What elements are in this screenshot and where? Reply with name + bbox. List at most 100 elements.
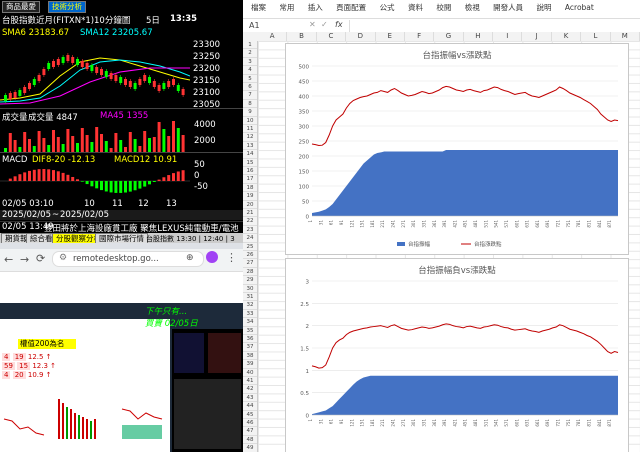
row-header-cell[interactable]: 7 <box>243 91 257 100</box>
menu-developer[interactable]: 開發人員 <box>493 3 523 12</box>
row-header-cell[interactable]: 35 <box>243 327 257 335</box>
row-header-cell[interactable]: 46 <box>243 419 257 428</box>
row-header-cell[interactable]: 22 <box>243 217 257 226</box>
row-header-cell[interactable]: 36 <box>243 335 257 344</box>
chart-2[interactable]: 台指振幅負vs漲跌點 0 0.5 1 1.5 2 2.5 3 1 31 61 91 121 151 181 2… <box>285 258 629 452</box>
column-header-cell[interactable]: C <box>317 32 347 41</box>
row-header-cell[interactable]: 20 <box>243 201 257 209</box>
zoom-icon[interactable]: ⊕ <box>186 253 194 263</box>
column-header-cell[interactable]: A <box>258 32 288 41</box>
row-header-cell[interactable]: 11 <box>243 125 257 134</box>
menu-acrobat[interactable]: Acrobat <box>565 3 594 12</box>
column-header-cell[interactable]: B <box>287 32 317 41</box>
column-header-cell[interactable]: L <box>581 32 611 41</box>
column-header-cell[interactable]: M <box>611 32 640 41</box>
row-header-cell[interactable]: 8 <box>243 100 257 109</box>
row-header-cell[interactable]: 28 <box>243 268 257 277</box>
avatar[interactable] <box>206 251 218 263</box>
site-info-icon[interactable]: ⚙ <box>59 253 67 263</box>
tab-international[interactable]: 國際市場行情 <box>95 233 148 243</box>
cancel-icon[interactable]: ✕ <box>309 20 316 29</box>
menu-formulas[interactable]: 公式 <box>380 3 395 12</box>
row-header-cell[interactable]: 34 <box>243 318 257 327</box>
menu-review[interactable]: 校閱 <box>436 3 451 12</box>
row-header-cell[interactable]: 27 <box>243 259 257 268</box>
row-header-cell[interactable]: 40 <box>243 369 257 377</box>
confirm-icon[interactable]: ✓ <box>321 20 328 29</box>
menu-file[interactable]: 檔案 <box>251 3 266 12</box>
menu-page-layout[interactable]: 頁面配置 <box>336 3 366 12</box>
row-header-cell[interactable]: 48 <box>243 436 257 445</box>
column-header-cell[interactable]: G <box>434 32 464 41</box>
row-header-cell[interactable]: 13 <box>243 142 257 151</box>
address-bar[interactable]: ⚙ remotedesktop.go... <box>52 251 204 267</box>
column-header-cell[interactable]: K <box>552 32 582 41</box>
formula-input[interactable] <box>349 20 638 32</box>
column-header-cell[interactable]: H <box>464 32 494 41</box>
row-header-cell[interactable]: 3 <box>243 58 257 67</box>
row-header-cell[interactable]: 42 <box>243 385 257 394</box>
row-header-cell[interactable]: 32 <box>243 301 257 310</box>
row-header-cell[interactable]: 45 <box>243 411 257 419</box>
list-item[interactable]: 4 20 10.9 ↑ <box>2 371 57 380</box>
menu-data[interactable]: 資料 <box>408 3 423 12</box>
row-header-cell[interactable]: 10 <box>243 117 257 125</box>
candle <box>152 81 156 87</box>
column-header-cell[interactable]: I <box>493 32 523 41</box>
row-header-cell[interactable]: 25 <box>243 243 257 251</box>
column-header-cell[interactable]: J <box>522 32 552 41</box>
row-header-cell[interactable]: 41 <box>243 377 257 386</box>
menu-icon[interactable]: ⋮ <box>226 251 237 264</box>
column-header-cell[interactable]: D <box>346 32 376 41</box>
row-header-cell[interactable]: 39 <box>243 360 257 369</box>
list-item[interactable]: 4 19 12.5 ↑ <box>2 353 57 362</box>
days-label[interactable]: 5日 <box>146 14 160 26</box>
row-header-cell[interactable]: 14 <box>243 150 257 159</box>
tab-technical-analysis[interactable]: 技術分析 <box>48 1 86 13</box>
row-header-cell[interactable]: 49 <box>243 444 257 452</box>
row-header-cell[interactable]: 31 <box>243 293 257 302</box>
menu-view[interactable]: 檢視 <box>465 3 480 12</box>
row-header-cell[interactable]: 5 <box>243 75 257 83</box>
news-ticker[interactable]: 02/05 13:49 豐田將於上海設廠貫工廠 聚焦LEXUS純電動車/電池 <box>0 221 243 234</box>
row-header-cell[interactable]: 33 <box>243 310 257 319</box>
row-header-cell[interactable]: 12 <box>243 133 257 142</box>
chart-1[interactable]: 台指振幅vs漲跌點 0 50 100 150 200 250 300 350 400 450 500 1… <box>285 43 629 255</box>
row-header-cell[interactable]: 47 <box>243 427 257 436</box>
row-header-cell[interactable]: 44 <box>243 402 257 411</box>
row-header-cell[interactable]: 21 <box>243 209 257 218</box>
date-from[interactable]: 2025/02/05 <box>2 210 51 220</box>
tab-favorites[interactable]: 商品最愛 <box>2 1 40 13</box>
row-header-cell[interactable]: 2 <box>243 49 257 58</box>
row-header-cell[interactable]: 23 <box>243 226 257 235</box>
column-header-cell[interactable]: E <box>376 32 405 41</box>
interval-label[interactable]: 10分鐘圖 <box>94 14 130 26</box>
row-header-cell[interactable]: 18 <box>243 184 257 193</box>
row-header-cell[interactable]: 16 <box>243 167 257 176</box>
reload-icon[interactable]: ⟳ <box>36 252 45 265</box>
row-header-cell[interactable]: 9 <box>243 108 257 117</box>
name-box[interactable]: A1 <box>249 21 299 31</box>
function-icon[interactable]: fx <box>335 20 343 29</box>
back-icon[interactable]: ← <box>4 253 13 266</box>
row-header-cell[interactable]: 30 <box>243 285 257 293</box>
row-header-cell[interactable]: 17 <box>243 175 257 184</box>
row-header-cell[interactable]: 4 <box>243 66 257 75</box>
forward-icon[interactable]: → <box>20 253 29 266</box>
row-header-cell[interactable]: 15 <box>243 159 257 167</box>
row-header-cell[interactable]: 19 <box>243 192 257 201</box>
row-header-cell[interactable]: 26 <box>243 251 257 260</box>
row-header-cell[interactable]: 29 <box>243 276 257 285</box>
row-header-cell[interactable]: 24 <box>243 234 257 243</box>
row-header-cell[interactable]: 1 <box>243 41 257 50</box>
row-header-cell[interactable]: 37 <box>243 343 257 352</box>
date-to[interactable]: 2025/02/05 <box>60 210 109 220</box>
row-header-cell[interactable]: 38 <box>243 352 257 361</box>
row-header-cell[interactable]: 43 <box>243 394 257 403</box>
menu-help[interactable]: 說明 <box>537 3 552 12</box>
menu-insert[interactable]: 插入 <box>308 3 323 12</box>
menu-home[interactable]: 常用 <box>279 3 294 12</box>
row-header-cell[interactable]: 6 <box>243 83 257 92</box>
column-header-cell[interactable]: F <box>405 32 435 41</box>
list-item[interactable]: 59 15 12.3 ↑ <box>2 362 57 371</box>
